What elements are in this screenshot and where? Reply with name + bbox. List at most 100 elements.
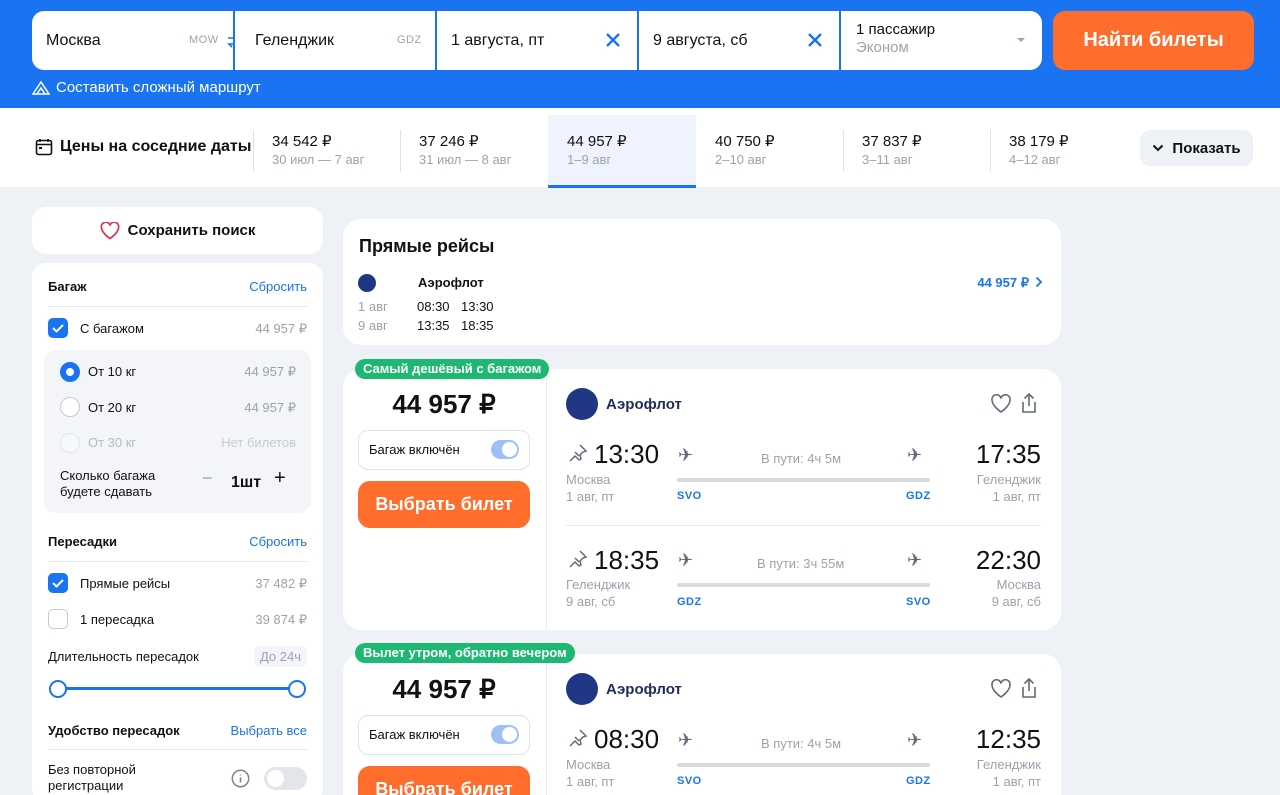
one-transfer-checkbox[interactable] xyxy=(48,609,68,629)
neighbor-dates-strip: Цены на соседние даты 34 542 ₽ 30 июл — 7… xyxy=(0,108,1280,188)
destination-airport-code[interactable]: GDZ xyxy=(906,490,931,502)
departure-city: Москва xyxy=(566,757,611,772)
destination-airport-code[interactable]: GDZ xyxy=(906,775,931,787)
destination-code: GDZ xyxy=(397,34,422,46)
destination-field[interactable]: Геленджик GDZ xyxy=(235,11,435,70)
direct-row-date: 1 авг xyxy=(358,299,388,314)
show-dates-button[interactable]: Показать xyxy=(1140,130,1253,166)
arrival-date: 9 авг, сб xyxy=(991,594,1041,609)
divider xyxy=(566,525,1041,526)
date-cell-range: 4–12 авг xyxy=(1009,152,1061,167)
complex-route-link[interactable]: Составить сложный маршрут xyxy=(32,79,261,96)
baggage-toggle[interactable] xyxy=(491,725,519,744)
direct-airline-name: Аэрофлот xyxy=(418,275,484,290)
airline-name: Аэрофлот xyxy=(606,396,682,413)
airline-name: Аэрофлот xyxy=(606,681,682,698)
flight-route-bar xyxy=(677,763,930,767)
flight-duration: В пути: 4ч 5м xyxy=(761,451,842,466)
origin-code: MOW xyxy=(189,34,219,46)
origin-airport-code[interactable]: SVO xyxy=(677,775,702,787)
comfort-select-all-link[interactable]: Выбрать все xyxy=(231,723,307,738)
filters-panel: Багаж Сбросить С багажом 44 957 ₽ От 10 … xyxy=(32,263,323,795)
baggage-10kg-radio[interactable] xyxy=(60,362,80,382)
favorite-heart-icon[interactable] xyxy=(990,394,1012,414)
divider xyxy=(546,369,547,630)
destination-airport-code[interactable]: SVO xyxy=(906,596,931,608)
date-cell[interactable]: 34 542 ₽ 30 июл — 7 авг xyxy=(253,115,401,188)
direct-row-dep: 08:30 xyxy=(417,299,450,314)
baggage-option-price: Нет билетов xyxy=(221,435,296,450)
date-cell-price: 37 837 ₽ xyxy=(862,133,922,150)
arrival-time: 12:35 xyxy=(975,724,1041,754)
direct-price-link[interactable]: 44 957 ₽ xyxy=(977,275,1029,291)
class-value: Эконом xyxy=(856,39,909,56)
with-baggage-label: С багажом xyxy=(80,321,144,336)
flight-route-bar xyxy=(677,583,930,587)
share-icon[interactable] xyxy=(1020,392,1038,414)
date-back-field[interactable]: 9 августа, сб xyxy=(639,11,839,70)
find-tickets-button[interactable]: Найти билеты xyxy=(1053,11,1254,70)
comfort-filter-title: Удобство пересадок xyxy=(48,723,180,738)
no-recheck-toggle[interactable] xyxy=(264,767,307,790)
origin-airport-code[interactable]: GDZ xyxy=(677,596,702,608)
transfers-filter-title: Пересадки xyxy=(48,534,117,549)
chevron-down-icon xyxy=(1017,38,1025,42)
origin-value: Москва xyxy=(46,31,101,49)
duration-slider-max-handle[interactable] xyxy=(288,680,306,698)
favorite-heart-icon[interactable] xyxy=(990,679,1012,699)
decrease-icon[interactable]: − xyxy=(202,468,213,489)
arrival-date: 1 авг, пт xyxy=(992,489,1041,504)
baggage-included-box: Багаж включён xyxy=(358,430,530,470)
with-baggage-checkbox[interactable] xyxy=(48,318,68,338)
transfers-reset-link[interactable]: Сбросить xyxy=(249,534,307,549)
date-cell[interactable]: 37 246 ₽ 31 июл — 8 авг xyxy=(400,115,548,188)
increase-icon[interactable]: + xyxy=(274,467,286,490)
divider xyxy=(48,306,307,307)
takeoff-icon: ✈ xyxy=(678,730,694,750)
baggage-reset-link[interactable]: Сбросить xyxy=(249,279,307,294)
clear-date-back-icon[interactable] xyxy=(803,28,827,52)
baggage-20kg-radio[interactable] xyxy=(60,397,80,417)
departure-time: 13:30 xyxy=(594,439,660,469)
direct-flights-card[interactable]: Прямые рейсы Аэрофлот 44 957 ₽ 1 авг 08:… xyxy=(343,219,1061,345)
duration-slider-track[interactable] xyxy=(54,687,300,690)
select-ticket-button[interactable]: Выбрать билет xyxy=(358,481,530,528)
clear-date-there-icon[interactable] xyxy=(601,28,625,52)
direct-row-arr: 13:30 xyxy=(461,299,494,314)
departure-date: 1 авг, пт xyxy=(566,489,615,504)
date-there-field[interactable]: 1 августа, пт xyxy=(437,11,637,70)
select-ticket-button[interactable]: Выбрать билет xyxy=(358,766,530,795)
date-cell[interactable]: 38 179 ₽ 4–12 авг xyxy=(990,115,1138,188)
origin-airport-code[interactable]: SVO xyxy=(677,490,702,502)
date-cell[interactable]: 37 837 ₽ 3–11 авг xyxy=(843,115,991,188)
pin-icon[interactable] xyxy=(568,549,588,569)
chevron-down-icon xyxy=(1153,144,1164,152)
no-recheck-label: Без повторной регистрации xyxy=(48,762,136,793)
direct-flights-checkbox[interactable] xyxy=(48,573,68,593)
origin-field[interactable]: Москва MOW xyxy=(32,11,241,70)
divider xyxy=(48,749,307,750)
ticket-card: 44 957 ₽ Багаж включён Выбрать билет Аэр… xyxy=(343,369,1061,630)
chevron-right-icon[interactable] xyxy=(1035,276,1043,288)
date-cell-selected[interactable]: 44 957 ₽ 1–9 авг xyxy=(548,115,696,188)
arrival-time: 22:30 xyxy=(975,545,1041,575)
baggage-option-label: От 20 кг xyxy=(88,400,137,415)
baggage-option-price: 44 957 ₽ xyxy=(244,364,296,379)
save-search-button[interactable]: Сохранить поиск xyxy=(32,207,323,254)
baggage-toggle[interactable] xyxy=(491,440,519,459)
passengers-value: 1 пассажир xyxy=(856,21,936,38)
date-cell-range: 1–9 авг xyxy=(567,152,612,167)
pin-icon[interactable] xyxy=(568,443,588,463)
complex-route-label: Составить сложный маршрут xyxy=(56,79,261,96)
one-transfer-label: 1 пересадка xyxy=(80,612,155,627)
ticket-card: 44 957 ₽ Багаж включён Выбрать билет Аэр… xyxy=(343,654,1061,795)
duration-slider-min-handle[interactable] xyxy=(49,680,67,698)
info-icon[interactable] xyxy=(231,769,250,788)
one-transfer-price: 39 874 ₽ xyxy=(255,612,307,627)
share-icon[interactable] xyxy=(1020,677,1038,699)
flight-duration: В пути: 4ч 5м xyxy=(761,736,842,751)
passengers-field[interactable]: 1 пассажир Эконом xyxy=(841,11,1042,70)
date-cell[interactable]: 40 750 ₽ 2–10 авг xyxy=(696,115,844,188)
pin-icon[interactable] xyxy=(568,728,588,748)
arrival-city: Москва xyxy=(996,577,1041,592)
